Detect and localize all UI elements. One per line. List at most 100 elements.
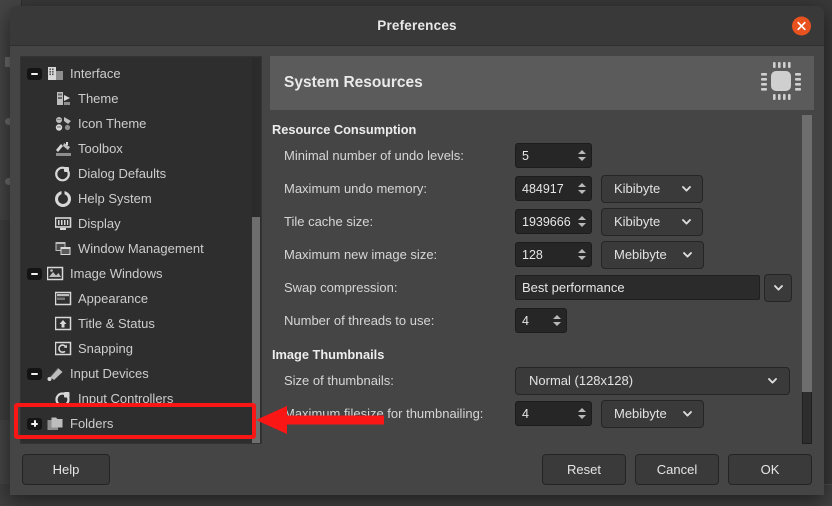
sidebar-item-icon-theme[interactable]: Icon Theme bbox=[21, 111, 252, 136]
setting-label: Number of threads to use: bbox=[284, 313, 435, 328]
sidebar-item-label: Interface bbox=[70, 66, 121, 81]
unit-dropdown-value: Mebibyte bbox=[614, 406, 667, 421]
spin-arrows[interactable] bbox=[551, 309, 566, 332]
window-title: Preferences bbox=[377, 18, 457, 33]
sidebar-item-input-devices[interactable]: Input Devices bbox=[21, 361, 252, 386]
spin-up-icon[interactable] bbox=[553, 315, 561, 319]
spin-input[interactable]: 1939666 bbox=[515, 209, 592, 234]
spin-down-icon[interactable] bbox=[578, 157, 586, 161]
setting-label: Size of thumbnails: bbox=[284, 373, 394, 388]
spin-arrows[interactable] bbox=[576, 402, 591, 425]
unit-dropdown[interactable]: Kibibyte bbox=[601, 174, 703, 203]
sidebar-item-folders[interactable]: Folders bbox=[21, 411, 252, 436]
sidebar-item-input-controllers[interactable]: Input Controllers bbox=[21, 386, 252, 411]
page-header: System Resources bbox=[270, 56, 814, 110]
spin-arrows[interactable] bbox=[576, 177, 591, 200]
setting-label: Minimal number of undo levels: bbox=[284, 148, 464, 163]
unit-dropdown[interactable]: Mebibyte bbox=[601, 399, 704, 428]
spin-input[interactable]: 4 bbox=[515, 308, 567, 333]
sidebar-item-appearance[interactable]: Appearance bbox=[21, 286, 252, 311]
close-icon[interactable] bbox=[792, 16, 811, 35]
titlebar: Preferences bbox=[10, 6, 824, 46]
setting-control: Best performance bbox=[515, 273, 792, 302]
snapping-icon bbox=[55, 341, 73, 357]
setting-label: Swap compression: bbox=[284, 280, 398, 295]
help-button[interactable]: Help bbox=[22, 454, 110, 485]
spin-input[interactable]: 5 bbox=[515, 143, 592, 168]
expander-plus-icon[interactable] bbox=[27, 417, 42, 430]
setting-label: Maximum new image size: bbox=[284, 247, 438, 262]
input-controllers-icon bbox=[55, 391, 73, 407]
sidebar-item-label: Folders bbox=[70, 416, 114, 431]
spin-down-icon[interactable] bbox=[553, 322, 561, 326]
section-title: Image Thumbnails bbox=[272, 347, 385, 362]
setting-control: 4 Mebibyte bbox=[515, 399, 792, 428]
sidebar-item-interface[interactable]: Interface bbox=[21, 61, 252, 86]
sidebar-item-image-windows[interactable]: Image Windows bbox=[21, 261, 252, 286]
sidebar-item-label: Input Devices bbox=[70, 366, 149, 381]
reset-button[interactable]: Reset bbox=[542, 454, 626, 485]
spin-up-icon[interactable] bbox=[578, 183, 586, 187]
section-title: Resource Consumption bbox=[272, 122, 417, 137]
spin-input[interactable]: 4 bbox=[515, 401, 592, 426]
spin-input[interactable]: 484917 bbox=[515, 176, 592, 201]
chevron-down-icon bbox=[766, 374, 779, 387]
settings-row: Maximum undo memory: 484917 Kibibyte bbox=[270, 172, 792, 205]
sidebar-item-toolbox[interactable]: Toolbox bbox=[21, 136, 252, 161]
title-status-icon bbox=[55, 316, 73, 332]
image-windows-icon bbox=[47, 266, 65, 282]
input-devices-icon bbox=[47, 366, 65, 382]
spin-down-icon[interactable] bbox=[578, 256, 586, 260]
sidebar-item-title-status[interactable]: Title & Status bbox=[21, 311, 252, 336]
spin-arrows[interactable] bbox=[576, 210, 591, 233]
setting-control: 4 bbox=[515, 308, 792, 333]
content-pane: System Resources Resource Consumption Mi… bbox=[270, 56, 814, 444]
spin-up-icon[interactable] bbox=[578, 408, 586, 412]
expander-minus-icon[interactable] bbox=[27, 367, 42, 380]
settings-row: Tile cache size: 1939666 Kibibyte bbox=[270, 205, 792, 238]
sidebar-item-display[interactable]: Display bbox=[21, 211, 252, 236]
spin-down-icon[interactable] bbox=[578, 223, 586, 227]
spin-up-icon[interactable] bbox=[578, 249, 586, 253]
sidebar-scrollbar-thumb[interactable] bbox=[252, 217, 260, 443]
spin-down-icon[interactable] bbox=[578, 190, 586, 194]
setting-control: Normal (128x128) bbox=[515, 366, 792, 395]
window-management-icon bbox=[55, 241, 73, 257]
spin-up-icon[interactable] bbox=[578, 150, 586, 154]
spin-arrows[interactable] bbox=[576, 144, 591, 167]
sidebar-item-help-system[interactable]: Help System bbox=[21, 186, 252, 211]
settings-scroll-area: Resource Consumption Minimal number of un… bbox=[270, 110, 814, 444]
sidebar-item-label: Appearance bbox=[78, 291, 149, 306]
swap-compression-dropdown-button[interactable] bbox=[764, 273, 792, 302]
preferences-tree[interactable]: Interface Theme Icon Theme Toolbox Dialo… bbox=[20, 56, 262, 444]
spin-down-icon[interactable] bbox=[578, 415, 586, 419]
spin-input[interactable]: 128 bbox=[515, 242, 592, 267]
dialog-body: Interface Theme Icon Theme Toolbox Dialo… bbox=[10, 46, 824, 444]
sidebar-item-window-management[interactable]: Window Management bbox=[21, 236, 252, 261]
sidebar-item-dialog-defaults[interactable]: Dialog Defaults bbox=[21, 161, 252, 186]
thumbnail-size-dropdown[interactable]: Normal (128x128) bbox=[515, 366, 790, 395]
chevron-down-icon bbox=[680, 182, 693, 195]
unit-dropdown[interactable]: Kibibyte bbox=[601, 207, 703, 236]
spin-arrows[interactable] bbox=[576, 243, 591, 266]
swap-compression-dropdown[interactable]: Best performance bbox=[515, 275, 760, 300]
display-icon bbox=[55, 216, 73, 232]
unit-dropdown[interactable]: Mebibyte bbox=[601, 240, 704, 269]
settings-row: Maximum new image size: 128 Mebibyte bbox=[270, 238, 792, 271]
content-scrollbar-thumb[interactable] bbox=[802, 115, 812, 392]
expander-minus-icon[interactable] bbox=[27, 67, 42, 80]
swap-compression-value: Best performance bbox=[522, 280, 625, 295]
spin-up-icon[interactable] bbox=[578, 216, 586, 220]
ok-button[interactable]: OK bbox=[728, 454, 812, 485]
cpu-chip-icon bbox=[758, 59, 804, 108]
sidebar-item-snapping[interactable]: Snapping bbox=[21, 336, 252, 361]
spin-value: 484917 bbox=[522, 181, 564, 196]
spin-value: 4 bbox=[522, 406, 529, 421]
sidebar-item-label: Display bbox=[78, 216, 121, 231]
dialog-defaults-icon bbox=[55, 166, 73, 182]
cancel-button[interactable]: Cancel bbox=[635, 454, 719, 485]
expander-minus-icon[interactable] bbox=[27, 267, 42, 280]
appearance-icon bbox=[55, 291, 73, 307]
theme-icon bbox=[55, 91, 73, 107]
sidebar-item-theme[interactable]: Theme bbox=[21, 86, 252, 111]
